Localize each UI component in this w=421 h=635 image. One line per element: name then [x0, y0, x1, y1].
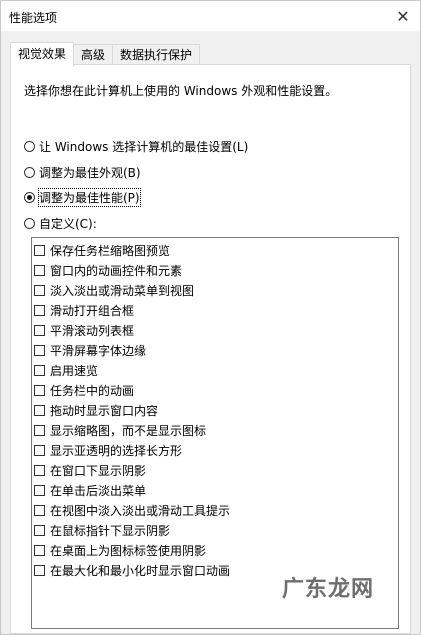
checkbox[interactable] — [34, 504, 45, 516]
item-label: 在桌面上为图标标签使用阴影 — [50, 543, 207, 558]
list-item[interactable]: 启用速览 — [34, 360, 98, 380]
radio-custom[interactable]: 自定义(C): — [24, 215, 97, 232]
radio-button[interactable] — [24, 141, 35, 152]
list-item[interactable]: 在单击后淡出菜单 — [34, 480, 146, 500]
item-label: 在视图中淡入淡出或滑动工具提示 — [50, 503, 231, 518]
item-label: 平滑屏幕字体边缘 — [50, 343, 147, 358]
item-label: 平滑滚动列表框 — [50, 323, 135, 338]
checkbox[interactable] — [34, 244, 45, 256]
radio-label: 调整为最佳外观(B) — [39, 166, 141, 180]
item-label: 在窗口下显示阴影 — [50, 463, 147, 478]
list-item[interactable]: 在桌面上为图标标签使用阴影 — [34, 540, 206, 560]
close-icon: ✕ — [396, 6, 410, 26]
radio-label: 自定义(C): — [39, 217, 97, 231]
list-item[interactable]: 在鼠标指针下显示阴影 — [34, 520, 170, 540]
checkbox[interactable] — [34, 464, 45, 476]
radio-best-performance[interactable]: 调整为最佳性能(P) — [24, 188, 141, 207]
list-item[interactable]: 平滑屏幕字体边缘 — [34, 340, 146, 360]
tab-visual-effects[interactable]: 视觉效果 — [10, 42, 75, 66]
checkbox[interactable] — [34, 544, 45, 556]
radio-let-windows-choose[interactable]: 让 Windows 选择计算机的最佳设置(L) — [24, 138, 248, 155]
item-label: 任务栏中的动画 — [50, 383, 135, 398]
radio-button[interactable] — [24, 218, 35, 229]
checkbox[interactable] — [34, 564, 45, 576]
item-label: 显示亚透明的选择长方形 — [50, 443, 183, 458]
radio-label: 调整为最佳性能(P) — [38, 188, 141, 207]
item-label: 滑动打开组合框 — [50, 303, 135, 318]
list-item[interactable]: 显示亚透明的选择长方形 — [34, 440, 182, 460]
radio-label: 让 Windows 选择计算机的最佳设置(L) — [39, 140, 249, 154]
checkbox[interactable] — [34, 524, 45, 536]
item-label: 拖动时显示窗口内容 — [50, 403, 159, 418]
tab-advanced[interactable]: 高级 — [73, 44, 114, 66]
item-label: 窗口内的动画控件和元素 — [50, 263, 183, 278]
radio-button-selected[interactable] — [24, 192, 35, 203]
item-label: 在鼠标指针下显示阴影 — [50, 523, 171, 538]
list-item[interactable]: 平滑滚动列表框 — [34, 320, 134, 340]
radio-best-appearance[interactable]: 调整为最佳外观(B) — [24, 164, 141, 181]
item-label: 保存任务栏缩略图预览 — [50, 243, 171, 258]
window-title: 性能选项 — [9, 11, 58, 25]
description-text: 选择你想在此计算机上使用的 Windows 外观和性能设置。 — [24, 84, 338, 98]
item-label: 淡入淡出或滑动菜单到视图 — [50, 283, 195, 298]
list-item[interactable]: 滑动打开组合框 — [34, 300, 134, 320]
checkbox[interactable] — [34, 264, 45, 276]
list-item[interactable]: 任务栏中的动画 — [34, 380, 134, 400]
item-label: 在单击后淡出菜单 — [50, 483, 147, 498]
list-item[interactable]: 在最大化和最小化时显示窗口动画 — [34, 560, 230, 580]
checkbox[interactable] — [34, 384, 45, 396]
checkbox[interactable] — [34, 444, 45, 456]
item-label: 启用速览 — [50, 363, 99, 378]
list-item[interactable]: 窗口内的动画控件和元素 — [34, 260, 182, 280]
list-item[interactable]: 淡入淡出或滑动菜单到视图 — [34, 280, 194, 300]
checkbox[interactable] — [34, 364, 45, 376]
item-label: 显示缩略图，而不是显示图标 — [50, 423, 207, 438]
tab-bar: 视觉效果 高级 数据执行保护 — [10, 42, 201, 66]
item-label: 在最大化和最小化时显示窗口动画 — [50, 563, 231, 578]
list-item[interactable]: 在视图中淡入淡出或滑动工具提示 — [34, 500, 230, 520]
visual-effects-panel: 选择你想在此计算机上使用的 Windows 外观和性能设置。 让 Windows… — [10, 64, 411, 634]
performance-options-dialog: 性能选项 ✕ 视觉效果 高级 数据执行保护 选择你想在此计算机上使用的 Wind… — [0, 0, 421, 635]
checkbox[interactable] — [34, 304, 45, 316]
tab-data-execution-prevention[interactable]: 数据执行保护 — [112, 44, 201, 66]
checkbox[interactable] — [34, 324, 45, 336]
checkbox[interactable] — [34, 424, 45, 436]
radio-button[interactable] — [24, 167, 35, 178]
list-item[interactable]: 拖动时显示窗口内容 — [34, 400, 158, 420]
checkbox[interactable] — [34, 344, 45, 356]
checkbox[interactable] — [34, 284, 45, 296]
checkbox[interactable] — [34, 484, 45, 496]
list-item[interactable]: 保存任务栏缩略图预览 — [34, 240, 170, 260]
title-bar: 性能选项 ✕ — [1, 1, 420, 31]
list-item[interactable]: 显示缩略图，而不是显示图标 — [34, 420, 206, 440]
close-button[interactable]: ✕ — [386, 1, 420, 31]
checkbox[interactable] — [34, 404, 45, 416]
list-item[interactable]: 在窗口下显示阴影 — [34, 460, 146, 480]
watermark: 广东龙网 — [281, 576, 374, 602]
